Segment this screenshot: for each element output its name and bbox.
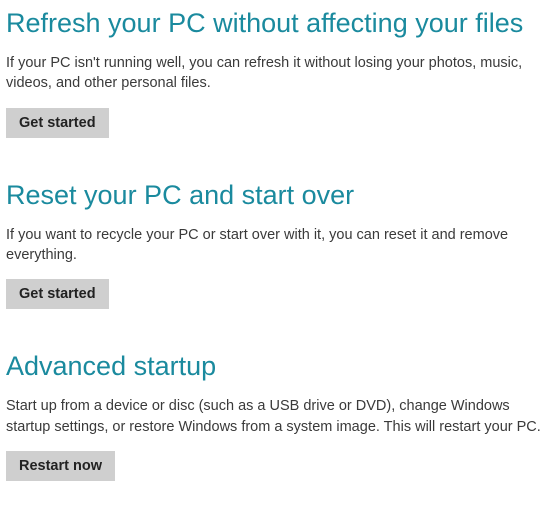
refresh-get-started-button[interactable]: Get started (6, 108, 109, 138)
reset-get-started-button[interactable]: Get started (6, 279, 109, 309)
reset-pc-heading: Reset your PC and start over (6, 180, 552, 211)
refresh-pc-section: Refresh your PC without affecting your f… (6, 8, 552, 138)
reset-pc-description: If you want to recycle your PC or start … (6, 225, 552, 266)
advanced-startup-description: Start up from a device or disc (such as … (6, 396, 552, 437)
refresh-pc-heading: Refresh your PC without affecting your f… (6, 8, 552, 39)
advanced-startup-heading: Advanced startup (6, 351, 552, 382)
restart-now-button[interactable]: Restart now (6, 451, 115, 481)
refresh-pc-description: If your PC isn't running well, you can r… (6, 53, 552, 94)
advanced-startup-section: Advanced startup Start up from a device … (6, 351, 552, 481)
reset-pc-section: Reset your PC and start over If you want… (6, 180, 552, 310)
